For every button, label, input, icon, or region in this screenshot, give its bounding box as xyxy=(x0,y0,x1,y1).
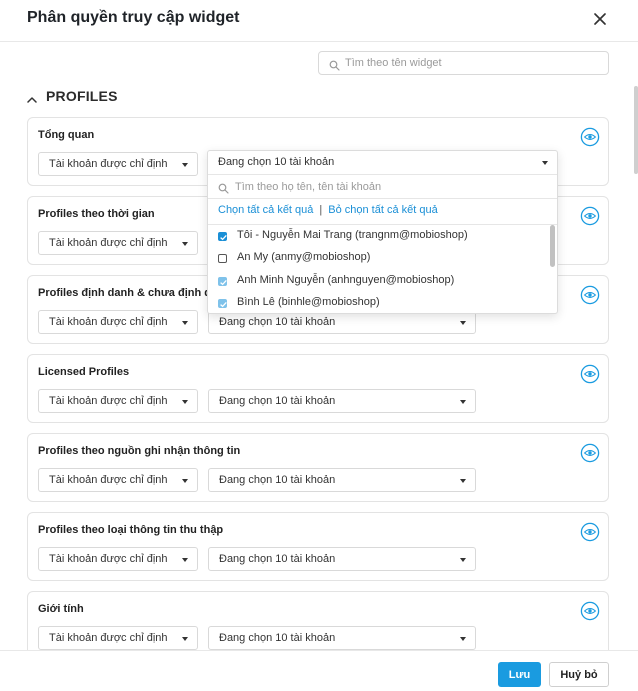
accounts-select-value: Đang chọn 10 tài khoản xyxy=(219,474,336,486)
eye-icon[interactable] xyxy=(580,285,600,305)
caret-down-icon xyxy=(182,558,188,562)
scope-select-value: Tài khoản được chỉ định xyxy=(49,553,168,565)
select-all-link[interactable]: Chọn tất cả kết quả xyxy=(218,204,313,216)
widget-title: Tổng quan xyxy=(38,129,95,141)
caret-down-icon xyxy=(182,321,188,325)
caret-down-icon xyxy=(460,400,466,404)
caret-down-icon xyxy=(542,161,548,165)
caret-down-icon xyxy=(460,479,466,483)
widget-title: Profiles định danh & chưa định danh xyxy=(38,287,231,299)
dialog-footer: Lưu Huỷ bỏ xyxy=(0,650,638,691)
accounts-select[interactable]: Đang chọn 10 tài khoản xyxy=(208,151,557,175)
widget-title: Licensed Profiles xyxy=(38,366,130,378)
accounts-select[interactable]: Đang chọn 10 tài khoản xyxy=(208,626,476,650)
scope-select[interactable]: Tài khoản được chỉ định xyxy=(38,468,198,492)
widget-search-input[interactable] xyxy=(345,55,600,71)
eye-icon[interactable] xyxy=(580,522,600,542)
save-button[interactable]: Lưu xyxy=(498,662,541,687)
accounts-select[interactable]: Đang chọn 10 tài khoản xyxy=(208,389,476,413)
accounts-select-value: Đang chọn 10 tài khoản xyxy=(219,395,336,407)
widget-title: Profiles theo loại thông tin thu thập xyxy=(38,524,224,536)
accounts-select[interactable]: Đang chọn 10 tài khoản xyxy=(208,468,476,492)
checkbox-checked[interactable] xyxy=(218,299,227,308)
account-option-label: Anh Minh Nguyễn (anhnguyen@mobioshop) xyxy=(237,274,455,286)
widget-card: Profiles theo nguồn ghi nhận thông tin T… xyxy=(27,433,609,502)
section-title: PROFILES xyxy=(46,88,118,104)
scope-select-value: Tài khoản được chỉ định xyxy=(49,632,168,644)
caret-down-icon xyxy=(182,479,188,483)
search-icon xyxy=(218,181,229,199)
caret-down-icon xyxy=(182,163,188,167)
dropdown-scrollbar[interactable] xyxy=(550,225,555,267)
eye-icon[interactable] xyxy=(580,206,600,226)
account-option-list: Tôi - Nguyễn Mai Trang (trangnm@mobiosho… xyxy=(208,224,557,314)
scope-select[interactable]: Tài khoản được chỉ định xyxy=(38,547,198,571)
account-option-label: Bình Lê (binhle@mobioshop) xyxy=(237,296,380,308)
widget-card: Licensed Profiles Tài khoản được chỉ địn… xyxy=(27,354,609,423)
account-search-field[interactable] xyxy=(208,175,557,199)
account-option-label: An My (anmy@mobioshop) xyxy=(237,251,371,263)
caret-down-icon xyxy=(460,558,466,562)
eye-icon[interactable] xyxy=(580,127,600,147)
eye-icon[interactable] xyxy=(580,601,600,621)
checkbox-checked[interactable] xyxy=(218,277,227,286)
dialog-header: Phân quyền truy cập widget xyxy=(0,0,638,42)
accounts-select-value: Đang chọn 10 tài khoản xyxy=(219,632,336,644)
eye-icon[interactable] xyxy=(580,364,600,384)
widget-card: Profiles theo loại thông tin thu thập Tà… xyxy=(27,512,609,581)
scope-select-value: Tài khoản được chỉ định xyxy=(49,158,168,170)
caret-down-icon xyxy=(182,637,188,641)
scope-select-value: Tài khoản được chỉ định xyxy=(49,395,168,407)
checkbox-unchecked[interactable] xyxy=(218,254,227,263)
accounts-dropdown: Đang chọn 10 tài khoản Chọn tất cả kết q… xyxy=(207,150,558,314)
dropdown-actions: Chọn tất cả kết quả | Bỏ chọn tất cả kết q… xyxy=(218,204,438,220)
account-option-label: Tôi - Nguyễn Mai Trang (trangnm@mobiosho… xyxy=(237,229,468,241)
scope-select-value: Tài khoản được chỉ định xyxy=(49,474,168,486)
accounts-select-value: Đang chọn 10 tài khoản xyxy=(219,553,336,565)
scope-select[interactable]: Tài khoản được chỉ định xyxy=(38,310,198,334)
close-icon[interactable] xyxy=(590,9,610,29)
eye-icon[interactable] xyxy=(580,443,600,463)
scope-select-value: Tài khoản được chỉ định xyxy=(49,316,168,328)
accounts-select-value: Đang chọn 10 tài khoản xyxy=(218,156,335,168)
scope-select[interactable]: Tài khoản được chỉ định xyxy=(38,152,198,176)
caret-down-icon xyxy=(182,400,188,404)
caret-down-icon xyxy=(460,637,466,641)
cancel-button[interactable]: Huỷ bỏ xyxy=(549,662,609,687)
dialog-title: Phân quyền truy cập widget xyxy=(27,9,240,26)
scope-select[interactable]: Tài khoản được chỉ định xyxy=(38,626,198,650)
caret-down-icon xyxy=(182,242,188,246)
search-icon xyxy=(329,58,340,76)
scope-select-value: Tài khoản được chỉ định xyxy=(49,237,168,249)
caret-down-icon xyxy=(460,321,466,325)
deselect-all-link[interactable]: Bỏ chọn tất cả kết quả xyxy=(328,204,437,216)
widget-title: Profiles theo nguồn ghi nhận thông tin xyxy=(38,445,241,457)
widget-title: Giới tính xyxy=(38,603,84,615)
accounts-select-value: Đang chọn 10 tài khoản xyxy=(219,316,336,328)
accounts-select[interactable]: Đang chọn 10 tài khoản xyxy=(208,547,476,571)
chevron-up-icon[interactable] xyxy=(27,91,37,107)
page-scrollbar[interactable] xyxy=(634,86,638,174)
actions-separator: | xyxy=(319,204,323,216)
scope-select[interactable]: Tài khoản được chỉ định xyxy=(38,231,198,255)
account-search-input[interactable] xyxy=(235,179,545,195)
scope-select[interactable]: Tài khoản được chỉ định xyxy=(38,389,198,413)
widget-search-field[interactable] xyxy=(318,51,609,75)
widget-title: Profiles theo thời gian xyxy=(38,208,155,220)
checkbox-checked[interactable] xyxy=(218,232,227,241)
